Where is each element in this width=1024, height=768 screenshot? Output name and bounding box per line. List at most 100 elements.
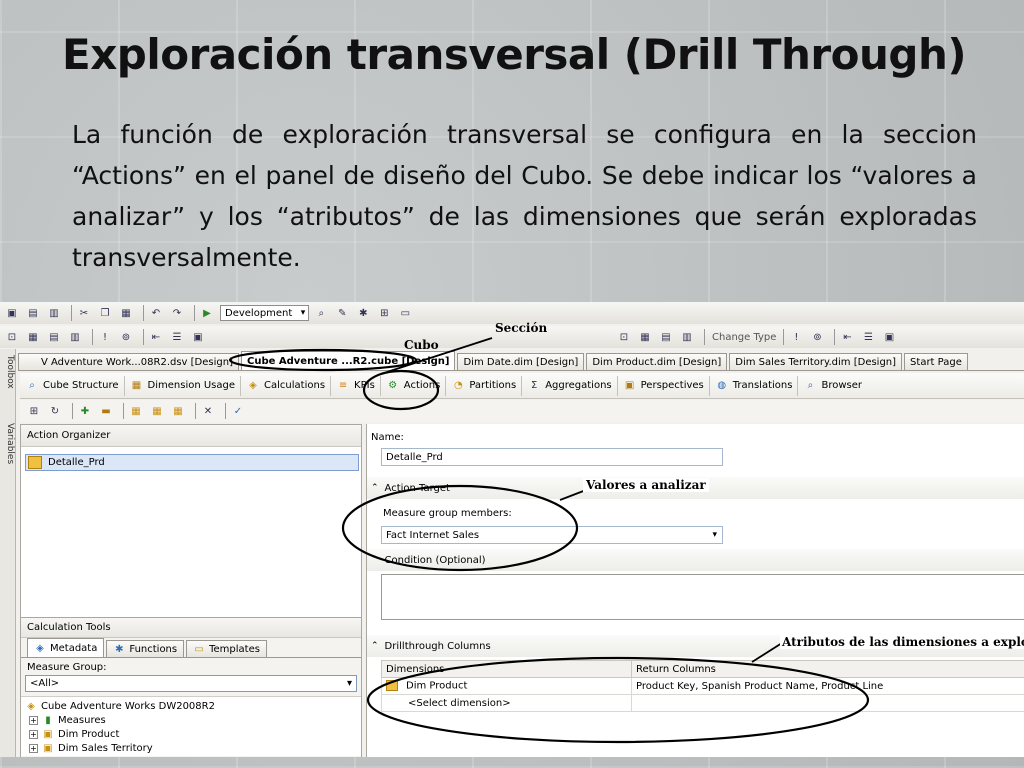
redo-icon[interactable]: ↷	[169, 306, 185, 320]
tab-cube-structure[interactable]: ⌕ Cube Structure	[20, 375, 125, 396]
new-project-icon[interactable]: ▣	[4, 306, 20, 320]
tools-icon[interactable]: ✱	[355, 306, 371, 320]
tab-partitions[interactable]: ◔ Partitions	[446, 375, 523, 396]
cut-icon[interactable]: ✂	[76, 306, 92, 320]
tab-browser[interactable]: ⌕ Browser	[798, 376, 867, 396]
new-reporting-action-icon[interactable]: ▬	[98, 404, 114, 418]
change-type-button[interactable]: Change Type	[712, 332, 776, 343]
format-icon[interactable]: ▣	[881, 330, 897, 344]
doc-tab-dim-date[interactable]: Dim Date.dim [Design]	[457, 353, 585, 370]
condition-expression-input[interactable]	[381, 574, 1024, 620]
expand-icon[interactable]: +	[29, 715, 38, 725]
diagram-icon[interactable]: ▥	[67, 330, 83, 344]
doc-tab-dsv[interactable]: V Adventure Work...08R2.dsv [Design]	[18, 353, 239, 370]
cell-text: Dim Product	[406, 680, 468, 692]
templates-icon: ▭	[194, 643, 204, 655]
tab-label: Partitions	[469, 380, 517, 391]
tab-dimension-usage[interactable]: ▦ Dimension Usage	[125, 375, 242, 396]
tab-calculations[interactable]: ◈ Calculations	[241, 375, 332, 396]
align-icon[interactable]: ☰	[860, 330, 876, 344]
annotation-valores: Valores a analizar	[583, 478, 709, 492]
copy-icon[interactable]: ❐	[97, 306, 113, 320]
process-icon[interactable]: ⊞	[26, 404, 42, 418]
align-icon[interactable]: ☰	[169, 330, 185, 344]
expand-icon[interactable]: +	[29, 729, 38, 739]
table-icon[interactable]: ▦	[637, 330, 653, 344]
column-header-return-columns: Return Columns	[631, 660, 1024, 678]
tab-perspectives[interactable]: ▣ Perspectives	[618, 375, 710, 396]
return-columns-cell[interactable]: Product Key, Spanish Product Name, Produ…	[631, 677, 1024, 695]
save-icon[interactable]: ▤	[25, 306, 41, 320]
expand-icon[interactable]: +	[29, 743, 38, 753]
tab-functions[interactable]: ✱ Functions	[106, 640, 185, 657]
select-dimension-cell[interactable]: <Select dimension>	[381, 694, 632, 712]
window-icon[interactable]: ▭	[397, 306, 413, 320]
doc-tab-cube[interactable]: Cube Adventure ...R2.cube [Design]	[240, 351, 456, 370]
toolbox-tab[interactable]: Toolbox	[1, 355, 15, 389]
tab-actions[interactable]: ⚙ Actions	[381, 375, 447, 396]
table-row[interactable]: Dim Product Product Key, Spanish Product…	[381, 677, 1024, 695]
layout-grid-icon[interactable]: ⊡	[4, 330, 20, 344]
measure-group-label: Measure Group:	[27, 662, 107, 673]
tab-label: KPIs	[354, 380, 375, 391]
tab-templates[interactable]: ▭ Templates	[186, 640, 267, 657]
paste-icon[interactable]: ▦	[118, 306, 134, 320]
layout-grid-icon[interactable]: ⊡	[616, 330, 632, 344]
process-icon[interactable]: ⊞	[376, 306, 392, 320]
tree-node-cube[interactable]: ◈ Cube Adventure Works DW2008R2	[25, 699, 361, 713]
indent-icon[interactable]: ⇤	[839, 330, 855, 344]
doc-tab-dim-product[interactable]: Dim Product.dim [Design]	[586, 353, 728, 370]
indent-icon[interactable]: ⇤	[148, 330, 164, 344]
measure-group-members-select[interactable]: Fact Internet Sales ▾	[381, 526, 723, 544]
sql-icon[interactable]: ▤	[658, 330, 674, 344]
start-icon[interactable]: ▶	[199, 306, 215, 320]
side-toolwindow-strip: Toolbox Variables	[0, 349, 16, 757]
move-up-icon[interactable]: ▦	[149, 404, 165, 418]
return-columns-cell[interactable]	[631, 694, 1024, 712]
doc-tab-start-page[interactable]: Start Page	[904, 353, 968, 370]
key-icon[interactable]: !	[788, 330, 804, 344]
doc-tab-dim-sales-territory[interactable]: Dim Sales Territory.dim [Design]	[729, 353, 903, 370]
calculation-tools-tabs: ◈ Metadata ✱ Functions ▭ Templates	[21, 638, 361, 658]
reconnect-icon[interactable]: ↻	[47, 404, 63, 418]
tree-node-dim-sales-territory[interactable]: + ▣ Dim Sales Territory	[25, 741, 361, 755]
functions-icon: ✱	[115, 643, 124, 655]
query-icon[interactable]: ⊚	[118, 330, 134, 344]
diagram-icon[interactable]: ▥	[679, 330, 695, 344]
sql-icon[interactable]: ▤	[46, 330, 62, 344]
action-organizer-item[interactable]: Detalle_Prd	[25, 454, 359, 471]
new-drillthrough-action-icon[interactable]: ▦	[128, 404, 144, 418]
tree-node-dim-product[interactable]: + ▣ Dim Product	[25, 727, 361, 741]
document-tabs: V Adventure Work...08R2.dsv [Design] Cub…	[18, 351, 1024, 371]
dimension-cell[interactable]: Dim Product	[381, 677, 632, 695]
tab-metadata[interactable]: ◈ Metadata	[27, 638, 105, 657]
move-down-icon[interactable]: ▦	[170, 404, 186, 418]
tree-node-measures[interactable]: + ▮ Measures	[25, 713, 361, 727]
chevron-down-icon[interactable]: ▾	[712, 530, 717, 540]
delete-icon[interactable]: ✕	[200, 404, 216, 418]
key-icon[interactable]: !	[97, 330, 113, 344]
query-icon[interactable]: ⊚	[809, 330, 825, 344]
tab-translations[interactable]: ◍ Translations	[710, 375, 799, 396]
collapse-icon[interactable]: ⌃	[371, 483, 379, 493]
find-icon[interactable]: ⌕	[313, 306, 329, 320]
variables-tab[interactable]: Variables	[1, 423, 15, 464]
table-icon[interactable]: ▦	[25, 330, 41, 344]
table-row[interactable]: <Select dimension>	[381, 694, 1024, 712]
undo-icon[interactable]: ↶	[148, 306, 164, 320]
collapse-icon[interactable]: ⌃	[371, 555, 379, 565]
action-name-input[interactable]: Detalle_Prd	[381, 448, 723, 466]
tab-aggregations[interactable]: Σ Aggregations	[522, 375, 618, 396]
action-name: Detalle_Prd	[48, 457, 105, 468]
measure-group-select[interactable]: <All>	[25, 675, 357, 692]
condition-section[interactable]: ⌃ Condition (Optional)	[367, 549, 1024, 571]
configuration-dropdown[interactable]: Development	[220, 305, 310, 321]
save-all-icon[interactable]: ▥	[46, 306, 62, 320]
tab-kpis[interactable]: ≡ KPIs	[331, 375, 381, 396]
spellcheck-icon[interactable]: ✓	[230, 404, 246, 418]
collapse-icon[interactable]: ⌃	[371, 641, 379, 651]
properties-icon[interactable]: ✎	[334, 306, 350, 320]
format-icon[interactable]: ▣	[190, 330, 206, 344]
actions-icon: ⚙	[388, 380, 398, 391]
new-action-icon[interactable]: ✚	[77, 404, 93, 418]
